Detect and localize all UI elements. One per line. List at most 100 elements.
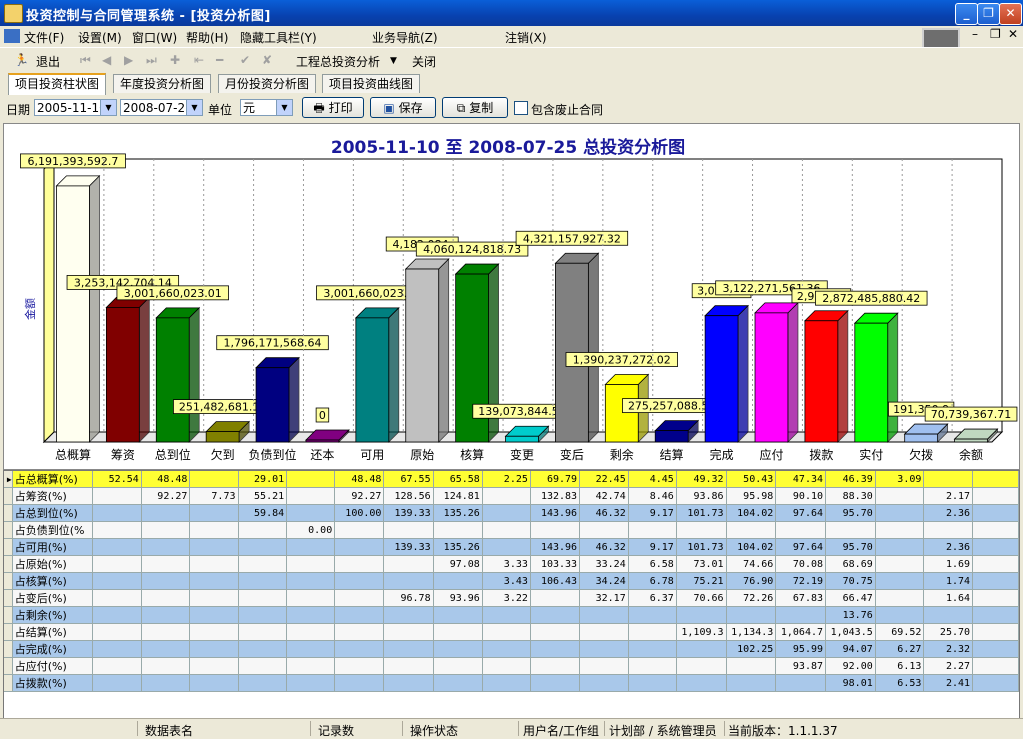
table-cell[interactable]: 1.69 (923, 555, 974, 573)
table-row[interactable]: 占完成(%) 102.25 95.99 94.07 6.27 2.32 (4, 640, 1019, 658)
table-cell[interactable] (92, 521, 142, 539)
table-cell[interactable] (238, 589, 288, 607)
table-cell[interactable]: 50.43 (726, 471, 777, 488)
table-cell[interactable] (972, 572, 1019, 590)
table-cell[interactable] (482, 538, 531, 556)
tab-monthly[interactable]: 月份投资分析图 (218, 74, 317, 93)
table-cell[interactable] (972, 606, 1019, 624)
table-cell[interactable] (141, 555, 191, 573)
table-cell[interactable]: 6.37 (628, 589, 677, 607)
table-cell[interactable]: 9.17 (628, 538, 677, 556)
first-icon[interactable]: ⏮ (80, 53, 91, 68)
table-cell[interactable] (726, 674, 777, 692)
table-cell[interactable] (334, 538, 385, 556)
table-row[interactable]: 占负债到位(% 0.00 (4, 521, 1019, 539)
exit-icon[interactable]: 🏃 (14, 53, 29, 67)
menu-window[interactable]: 窗口(W) (132, 29, 177, 46)
table-cell[interactable]: 6.58 (628, 555, 677, 573)
table-cell[interactable] (189, 504, 239, 522)
table-cell[interactable]: 72.19 (775, 572, 827, 590)
table-cell[interactable]: 42.74 (579, 487, 629, 505)
table-cell[interactable] (286, 589, 336, 607)
table-cell[interactable] (433, 657, 483, 675)
table-cell[interactable]: 2.17 (923, 487, 974, 505)
table-cell[interactable] (676, 606, 727, 624)
table-cell[interactable]: 7.73 (189, 487, 239, 505)
table-cell[interactable] (141, 589, 191, 607)
table-cell[interactable] (530, 521, 581, 539)
table-cell[interactable] (92, 487, 142, 505)
table-cell[interactable]: 93.96 (433, 589, 483, 607)
print-button[interactable]: 🖶 打印 (302, 97, 364, 118)
table-cell[interactable] (972, 471, 1019, 488)
table-row[interactable]: 占拨款(%) 98.01 6.53 2.41 (4, 674, 1019, 692)
table-cell[interactable] (923, 471, 974, 488)
table-cell[interactable] (482, 657, 531, 675)
table-cell[interactable] (141, 606, 191, 624)
table-cell[interactable]: 103.33 (530, 555, 581, 573)
table-cell[interactable] (875, 589, 925, 607)
table-cell[interactable]: 97.64 (775, 504, 827, 522)
table-cell[interactable] (141, 623, 191, 641)
table-cell[interactable] (238, 674, 288, 692)
table-cell[interactable] (676, 640, 727, 658)
table-cell[interactable]: 95.99 (775, 640, 827, 658)
table-cell[interactable]: 97.08 (433, 555, 483, 573)
table-cell[interactable] (628, 640, 677, 658)
table-cell[interactable]: 67.55 (383, 471, 434, 488)
exit-button[interactable]: 退出 (36, 53, 60, 70)
table-cell[interactable] (775, 521, 827, 539)
table-cell[interactable] (825, 521, 876, 539)
table-cell[interactable] (579, 521, 629, 539)
table-cell[interactable] (972, 504, 1019, 522)
table-cell[interactable]: 6.13 (875, 657, 925, 675)
table-cell[interactable] (189, 521, 239, 539)
table-cell[interactable] (286, 640, 336, 658)
tab-annual[interactable]: 年度投资分析图 (113, 74, 212, 93)
table-cell[interactable] (383, 640, 434, 658)
table-cell[interactable]: 96.78 (383, 589, 434, 607)
table-cell[interactable] (628, 674, 677, 692)
table-cell[interactable]: 0.00 (286, 521, 336, 539)
table-cell[interactable] (628, 657, 677, 675)
next-icon[interactable]: ▶ (124, 53, 133, 67)
table-cell[interactable]: 95.70 (825, 504, 876, 522)
table-cell[interactable] (189, 589, 239, 607)
table-cell[interactable] (238, 555, 288, 573)
table-cell[interactable]: 2.32 (923, 640, 974, 658)
table-cell[interactable]: 2.41 (923, 674, 974, 692)
table-cell[interactable] (189, 623, 239, 641)
table-cell[interactable] (92, 674, 142, 692)
table-cell[interactable]: 128.56 (383, 487, 434, 505)
table-cell[interactable]: 3.09 (875, 471, 925, 488)
table-cell[interactable] (141, 640, 191, 658)
table-cell[interactable]: 3.22 (482, 589, 531, 607)
table-cell[interactable] (579, 623, 629, 641)
table-cell[interactable] (238, 623, 288, 641)
close-window-button[interactable]: ✕ (999, 3, 1022, 25)
table-cell[interactable]: 100.00 (334, 504, 385, 522)
table-cell[interactable]: 93.87 (775, 657, 827, 675)
table-cell[interactable] (676, 674, 727, 692)
table-cell[interactable] (579, 657, 629, 675)
table-cell[interactable] (875, 538, 925, 556)
table-cell[interactable] (482, 674, 531, 692)
prev-icon[interactable]: ◀ (102, 53, 111, 67)
table-cell[interactable]: 92.27 (334, 487, 385, 505)
table-cell[interactable] (530, 674, 581, 692)
table-cell[interactable] (383, 623, 434, 641)
table-cell[interactable] (189, 674, 239, 692)
table-cell[interactable] (875, 487, 925, 505)
table-cell[interactable]: 32.17 (579, 589, 629, 607)
table-cell[interactable] (92, 606, 142, 624)
table-cell[interactable] (433, 674, 483, 692)
table-cell[interactable] (923, 606, 974, 624)
table-cell[interactable]: 135.26 (433, 538, 483, 556)
table-cell[interactable] (189, 572, 239, 590)
table-cell[interactable] (334, 657, 385, 675)
table-cell[interactable] (482, 623, 531, 641)
table-cell[interactable] (141, 657, 191, 675)
table-cell[interactable]: 135.26 (433, 504, 483, 522)
table-cell[interactable]: 92.27 (141, 487, 191, 505)
chevron-down-icon[interactable]: ▼ (100, 100, 116, 115)
